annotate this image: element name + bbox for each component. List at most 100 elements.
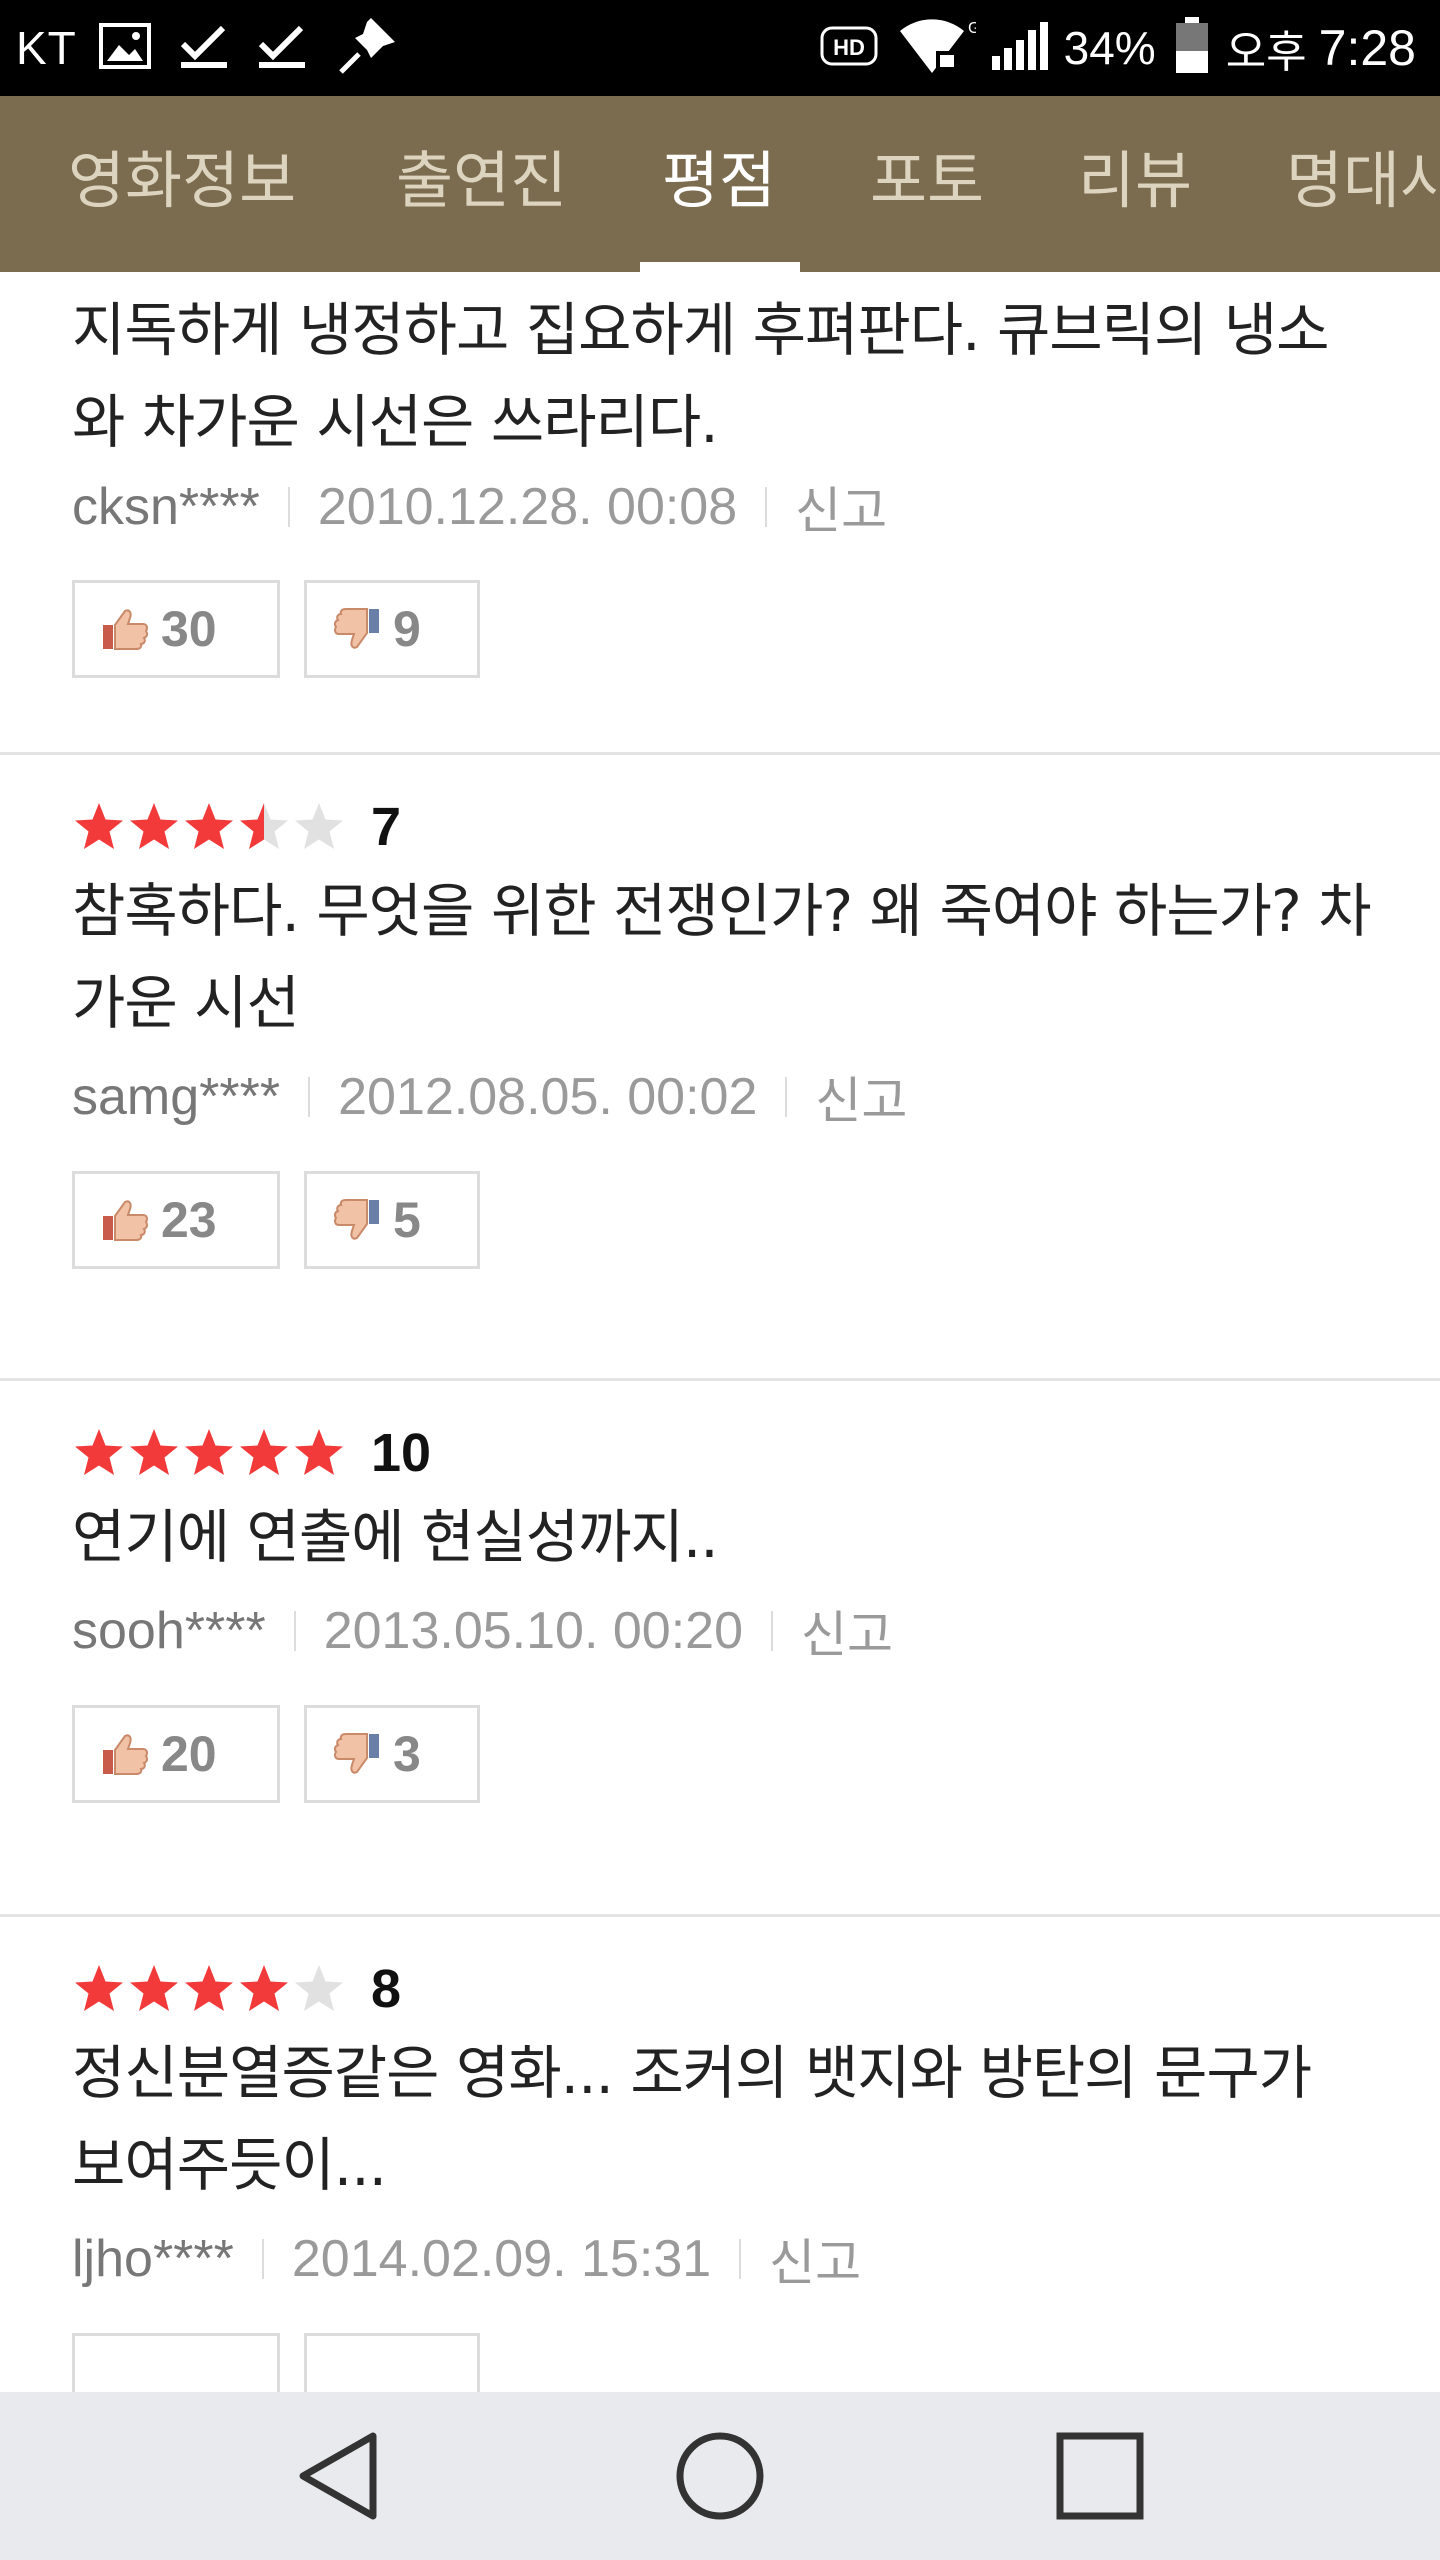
review-score: 8 <box>371 1959 402 2019</box>
review-user: ljho**** <box>72 2230 234 2288</box>
thumbs-down-icon <box>333 1733 379 1774</box>
star-empty-icon <box>295 1965 343 2011</box>
review-user: sooh**** <box>72 1602 266 1660</box>
meta-divider <box>765 487 768 527</box>
vote-row: 23 5 <box>72 1171 480 1269</box>
recents-icon <box>1056 2432 1144 2520</box>
like-count: 30 <box>161 601 217 657</box>
review-comment: 지독하게 냉정하고 집요하게 후펴판다. 큐브릭의 냉소와 차가운 시선은 쓰라… <box>72 296 1330 456</box>
battery-icon <box>1174 16 1210 80</box>
meta-divider <box>739 2239 742 2279</box>
check-icon <box>257 22 307 74</box>
status-bar: KT HD G 34% 오후 7:28 <box>0 0 1440 96</box>
navigation-bar <box>0 2392 1440 2560</box>
thumbs-down-icon <box>333 1199 379 1240</box>
star-filled-icon <box>240 1429 288 1475</box>
review-comment: 정신분열증같은 영화... 조커의 뱃지와 방탄의 문구가 보여주듯이... <box>72 2039 1312 2199</box>
tab-quotes[interactable]: 명대사 <box>1286 96 1440 272</box>
tab-bar: 영화정보 출연진 평점 포토 리뷰 명대사 <box>0 96 1440 272</box>
report-link[interactable]: 신고 <box>769 2223 861 2295</box>
review-comment: 참혹하다. 무엇을 위한 전쟁인가? 왜 죽여야 하는가? 차가운 시선 <box>72 877 1372 1037</box>
star-filled-icon <box>130 1965 178 2011</box>
star-filled-icon <box>185 1429 233 1475</box>
review-date: 2014.02.09. 15:31 <box>291 2230 712 2288</box>
thumbs-up-icon <box>103 1200 149 1241</box>
dislike-count: 5 <box>393 1192 421 1248</box>
star-filled-icon <box>75 1965 123 2011</box>
tab-movie-info[interactable]: 영화정보 <box>68 96 296 272</box>
report-link[interactable]: 신고 <box>795 471 887 543</box>
star-filled-icon <box>130 803 178 849</box>
star-half-icon <box>240 803 288 849</box>
like-button[interactable] <box>72 2333 280 2392</box>
review-meta: cksn**** 2010.12.28. 00:08 신고 <box>72 472 887 542</box>
like-count: 20 <box>161 1726 217 1782</box>
like-count: 23 <box>161 1192 217 1248</box>
like-button[interactable]: 30 <box>72 580 280 678</box>
like-button[interactable]: 23 <box>72 1171 280 1269</box>
tab-reviews[interactable]: 리뷰 <box>1078 96 1192 272</box>
tab-ratings[interactable]: 평점 <box>662 96 776 272</box>
star-filled-icon <box>240 1965 288 2011</box>
star-empty-icon <box>295 803 343 849</box>
tab-photos[interactable]: 포토 <box>870 96 984 272</box>
review-user: samg**** <box>72 1068 281 1126</box>
review-meta: ljho**** 2014.02.09. 15:31 신고 <box>72 2224 861 2294</box>
thumbs-up-icon <box>103 1734 149 1775</box>
check-icon <box>179 22 229 74</box>
home-button[interactable] <box>620 2392 820 2560</box>
star-filled-icon <box>130 1429 178 1475</box>
report-link[interactable]: 신고 <box>801 1595 893 1667</box>
vote-row: 30 9 <box>72 580 480 678</box>
like-button[interactable]: 20 <box>72 1705 280 1803</box>
star-filled-icon <box>75 803 123 849</box>
review-list[interactable]: 지독하게 냉정하고 집요하게 후펴판다. 큐브릭의 냉소와 차가운 시선은 쓰라… <box>0 272 1440 2392</box>
star-filled-icon <box>75 1429 123 1475</box>
review-meta: samg**** 2012.08.05. 00:02 신고 <box>72 1062 907 1132</box>
dislike-button[interactable]: 3 <box>304 1705 480 1803</box>
thumbs-up-icon <box>103 609 149 650</box>
star-filled-icon <box>185 803 233 849</box>
review-date: 2012.08.05. 00:02 <box>338 1068 758 1126</box>
review-item: 8 정신분열증같은 영화... 조커의 뱃지와 방탄의 문구가 보여주듯이...… <box>0 1917 1440 2392</box>
review-date: 2010.12.28. 00:08 <box>317 478 738 536</box>
recents-button[interactable] <box>1000 2392 1200 2560</box>
report-link[interactable]: 신고 <box>815 1061 907 1133</box>
status-bar-right: HD G 34% 오후 7:28 <box>820 0 1416 96</box>
gallery-icon <box>98 23 151 73</box>
svg-text:G: G <box>968 20 976 37</box>
dislike-button[interactable] <box>304 2333 480 2392</box>
vote-row: 20 3 <box>72 1705 480 1803</box>
meta-divider <box>287 487 290 527</box>
hd-icon: HD <box>820 24 878 73</box>
star-rating <box>72 1426 347 1480</box>
star-filled-icon <box>185 1965 233 2011</box>
review-score: 7 <box>371 797 402 857</box>
dislike-button[interactable]: 9 <box>304 580 480 678</box>
meta-divider <box>293 1611 296 1651</box>
carrier-label: KT <box>16 22 77 74</box>
review-meta: sooh**** 2013.05.10. 00:20 신고 <box>72 1596 893 1666</box>
star-rating <box>72 800 347 854</box>
dislike-count: 9 <box>393 601 421 657</box>
wifi-icon: G <box>898 17 980 80</box>
tab-cast[interactable]: 출연진 <box>396 96 567 272</box>
meta-divider <box>771 1611 773 1651</box>
signal-icon <box>990 20 1050 77</box>
star-rating <box>72 1962 347 2016</box>
rating-row: 7 <box>72 797 401 857</box>
meta-divider <box>261 2239 264 2279</box>
review-score: 10 <box>371 1423 432 1483</box>
star-filled-icon <box>295 1429 343 1475</box>
review-item: 7 참혹하다. 무엇을 위한 전쟁인가? 왜 죽여야 하는가? 차가운 시선 s… <box>0 755 1440 1383</box>
back-icon <box>299 2432 377 2520</box>
meta-divider <box>308 1077 311 1117</box>
thumbs-down-icon <box>333 608 379 649</box>
status-bar-left: KT <box>16 0 427 96</box>
back-button[interactable] <box>240 2392 440 2560</box>
review-user: cksn**** <box>72 478 260 536</box>
dislike-button[interactable]: 5 <box>304 1171 480 1269</box>
svg-text:HD: HD <box>833 35 865 60</box>
vote-row <box>72 2333 480 2392</box>
review-item: 지독하게 냉정하고 집요하게 후펴판다. 큐브릭의 냉소와 차가운 시선은 쓰라… <box>0 272 1440 752</box>
